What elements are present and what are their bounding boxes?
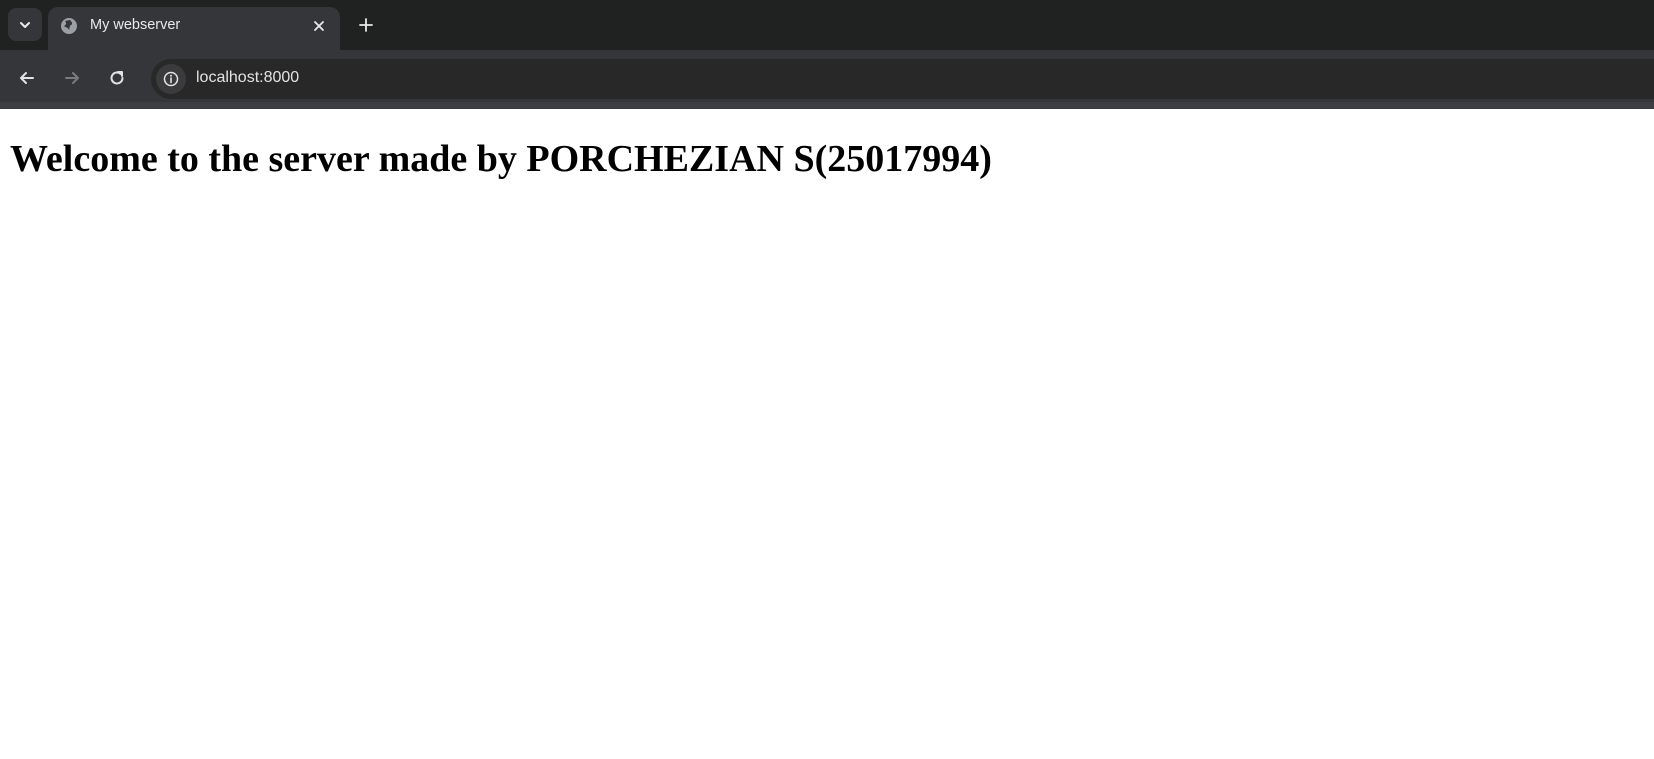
globe-icon bbox=[61, 18, 77, 34]
plus-icon bbox=[359, 18, 373, 32]
address-bar[interactable]: localhost:8000 bbox=[151, 59, 1654, 99]
tab-my-webserver[interactable]: My webserver bbox=[48, 7, 340, 50]
forward-button[interactable] bbox=[56, 62, 88, 94]
page-heading: Welcome to the server made by PORCHEZIAN… bbox=[10, 138, 992, 180]
arrow-right-icon bbox=[65, 72, 79, 84]
site-info-button[interactable] bbox=[156, 64, 186, 94]
back-button[interactable] bbox=[11, 62, 43, 94]
url-text[interactable]: localhost:8000 bbox=[196, 69, 299, 87]
toolbar: localhost:8000 bbox=[0, 50, 1654, 109]
chevron-down-icon bbox=[20, 21, 30, 28]
close-tab-button[interactable] bbox=[308, 15, 330, 37]
toolbar-divider bbox=[0, 102, 1654, 109]
arrow-left-icon bbox=[20, 72, 34, 84]
page-content: Welcome to the server made by PORCHEZIAN… bbox=[0, 109, 1654, 759]
reload-icon bbox=[110, 71, 124, 85]
reload-button[interactable] bbox=[101, 62, 133, 94]
browser-window: My webserver localhost:8000 Welcome to t… bbox=[0, 0, 1654, 759]
new-tab-button[interactable] bbox=[352, 11, 380, 39]
tab-search-button[interactable] bbox=[8, 8, 42, 41]
close-icon bbox=[314, 21, 324, 31]
tab-strip: My webserver bbox=[0, 0, 1654, 50]
info-icon bbox=[163, 71, 179, 87]
tab-title: My webserver bbox=[90, 17, 181, 33]
